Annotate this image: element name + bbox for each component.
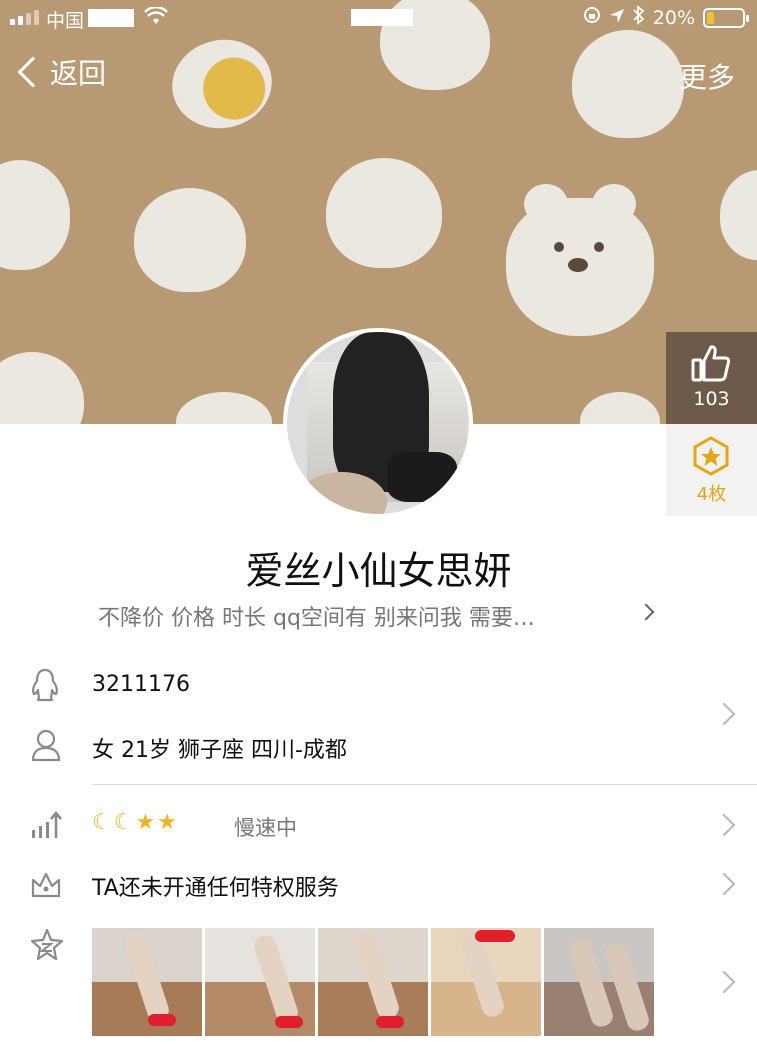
like-count: 103: [693, 388, 730, 410]
battery-percent: 20%: [652, 6, 695, 29]
status-right-group: 20%: [583, 5, 749, 30]
photo-thumbnail[interactable]: [205, 928, 315, 1036]
photo-thumbnail[interactable]: [92, 928, 202, 1036]
medal-button[interactable]: 4枚: [666, 424, 757, 516]
photo-thumbnail[interactable]: [544, 928, 654, 1036]
battery-icon: [703, 7, 749, 28]
moon-icon: ☾: [92, 810, 112, 835]
time-redaction: [351, 9, 413, 26]
bun-decoration: [580, 392, 660, 424]
bluetooth-icon: [633, 5, 645, 30]
star-icon: ★: [135, 810, 156, 835]
qq-number-row[interactable]: 3211176: [0, 664, 757, 710]
profile-details-row[interactable]: 女 21岁 狮子座 四川-成都: [0, 724, 757, 770]
bun-decoration: [572, 30, 684, 138]
penguin-icon: [30, 668, 60, 706]
bear-decoration: [506, 184, 654, 336]
photo-thumbnail[interactable]: [431, 928, 541, 1036]
person-icon: [30, 728, 62, 766]
location-icon: [609, 7, 625, 29]
star-icon: ★: [157, 810, 177, 835]
level-chart-icon: [30, 810, 64, 844]
carrier-label: 中国: [46, 10, 85, 32]
bun-decoration: [720, 170, 757, 260]
like-button[interactable]: 103: [666, 332, 757, 424]
carrier-redaction: [88, 9, 134, 27]
star-medal-icon: [692, 436, 730, 480]
orientation-lock-icon: [583, 6, 601, 29]
status-bar: 中国 20%: [0, 0, 757, 36]
wifi-icon: [144, 6, 168, 30]
bun-decoration: [176, 392, 272, 424]
level-status: 慢速中: [234, 816, 297, 840]
moon-icon: ☾: [113, 810, 134, 835]
thumbs-up-icon: [691, 344, 731, 386]
qzone-star-icon: [30, 928, 64, 966]
photo-thumbnail[interactable]: [318, 928, 428, 1036]
qq-number: 3211176: [92, 672, 190, 697]
privilege-text: TA还未开通任何特权服务: [92, 876, 339, 901]
photo-strip: [92, 928, 654, 1036]
section-divider: [92, 784, 757, 785]
nickname: 爱丝小仙女思妍: [245, 549, 512, 593]
avatar[interactable]: [283, 328, 473, 518]
chevron-right-icon[interactable]: [637, 603, 655, 621]
bun-decoration: [326, 158, 442, 268]
level-icons: ☾ ☾ ★ ★: [92, 810, 177, 835]
signature-text[interactable]: 不降价 价格 时长 qq空间有 别来问我 需要…: [98, 600, 618, 632]
bun-decoration: [0, 160, 70, 270]
medal-count: 4枚: [696, 484, 727, 505]
signal-icon: [10, 10, 39, 25]
privilege-row[interactable]: TA还未开通任何特权服务: [0, 860, 757, 908]
back-button[interactable]: 返回: [14, 52, 106, 92]
more-button[interactable]: 更多: [679, 56, 735, 96]
chevron-left-icon: [17, 56, 49, 88]
crown-icon: [30, 870, 62, 902]
bun-decoration: [134, 188, 246, 292]
profile-details: 女 21岁 狮子座 四川-成都: [92, 738, 347, 763]
back-label: 返回: [50, 57, 107, 90]
bun-decoration: [0, 352, 84, 424]
egg-decoration: [163, 30, 281, 138]
